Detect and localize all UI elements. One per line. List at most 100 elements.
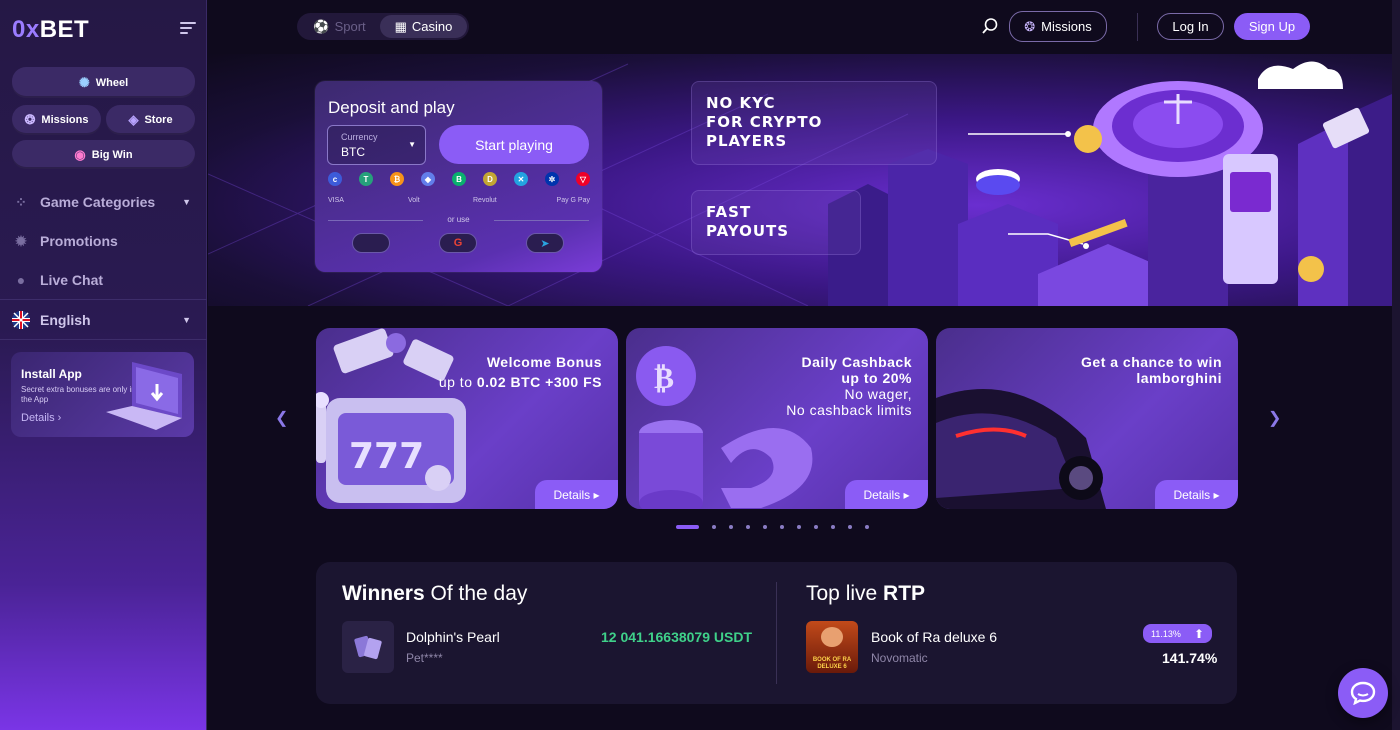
promo-lambo-text: Get a chance to win lamborghini (1081, 354, 1222, 386)
telegram-login-button[interactable]: ➤ (526, 233, 564, 253)
tab-sport[interactable]: ⚽ Sport (299, 15, 380, 38)
nav-promotions[interactable]: ✹ Promotions (12, 229, 197, 253)
carousel-dot[interactable] (780, 525, 784, 529)
missions-sidebar-button[interactable]: ❂ Missions (12, 105, 101, 135)
missions-button[interactable]: ❂ Missions (1009, 11, 1107, 42)
nav-live-chat[interactable]: ● Live Chat (12, 268, 197, 292)
carousel-pagination (676, 525, 869, 529)
install-app-details-link[interactable]: Details › (21, 412, 61, 424)
carousel-dot[interactable] (797, 525, 801, 529)
chevron-down-icon: ▼ (182, 315, 191, 325)
install-details-label: Details (21, 412, 55, 424)
rtp-game-name[interactable]: Book of Ra deluxe 6 (871, 629, 997, 645)
promo-welcome-amount: 0.02 BTC +300 FS (476, 374, 602, 390)
promo-lambo-title: Get a chance to win (1081, 354, 1222, 370)
signup-button[interactable]: Sign Up (1234, 13, 1310, 40)
winner-game-name[interactable]: Dolphin's Pearl (406, 629, 500, 645)
scrollbar[interactable] (1392, 0, 1400, 730)
doge-icon: D (483, 172, 497, 186)
bch-icon: B (452, 172, 466, 186)
currency-label: Currency (341, 132, 378, 142)
rtp-title: Top live RTP (806, 582, 925, 606)
chevron-down-icon: ▼ (182, 197, 191, 207)
install-app-card[interactable]: Install App Secret extra bonuses are onl… (11, 352, 194, 437)
revolut-logo: Revolut (473, 197, 497, 204)
divider (1137, 13, 1138, 41)
carousel-dot[interactable] (814, 525, 818, 529)
menu-toggle-icon[interactable] (180, 22, 196, 34)
rtp-value: 141.74% (1162, 650, 1218, 666)
missions-sidebar-label: Missions (41, 114, 89, 126)
search-icon[interactable] (981, 17, 999, 35)
missions-label: Missions (1041, 19, 1092, 34)
categories-icon: ⁘ (15, 193, 27, 210)
missions-icon: ❂ (24, 112, 36, 127)
carousel-dot[interactable] (712, 525, 716, 529)
promo-card-lamborghini[interactable]: Get a chance to win lamborghini Details … (936, 328, 1238, 509)
stats-panel: Winners Of the day Dolphin's Pearl Pet**… (316, 562, 1237, 704)
carousel-prev-icon[interactable]: ❮ (275, 408, 288, 428)
google-login-button[interactable]: G (439, 233, 477, 253)
promo-lambo-details-button[interactable]: Details ▸ (1155, 480, 1238, 509)
carousel-dot[interactable] (676, 525, 699, 529)
currency-value: BTC (341, 145, 365, 159)
winners-title-bold: Winners (342, 582, 425, 605)
install-app-title: Install App (21, 367, 82, 381)
explorer-face-icon (821, 627, 843, 647)
promo-cashback-upto: up to 20% (841, 370, 912, 386)
promo-card-cashback[interactable]: ₿ Daily Cashback up to 20% No wager, No … (626, 328, 928, 509)
chat-bubble-icon (1350, 681, 1376, 705)
feature-no-kyc: NO KYC FOR CRYPTO PLAYERS (691, 81, 937, 165)
caret-down-icon: ▼ (408, 140, 416, 149)
svg-text:₿: ₿ (654, 361, 674, 396)
logo-prefix: 0x (12, 16, 40, 43)
arrow-up-icon: ⬆ (1193, 626, 1204, 641)
big-win-label: Big Win (91, 148, 133, 161)
slot-machine-icon: ▦ (394, 18, 407, 34)
big-win-button[interactable]: ◉ Big Win (12, 140, 195, 169)
telegram-icon: ➤ (540, 237, 550, 250)
apple-login-button[interactable] (352, 233, 390, 253)
xrp-icon: ✕ (514, 172, 528, 186)
trx-icon: ▽ (576, 172, 590, 186)
tab-casino[interactable]: ▦ Casino (380, 15, 467, 38)
wheel-button[interactable]: ✺ Wheel (12, 67, 195, 98)
login-button[interactable]: Log In (1157, 13, 1224, 40)
cards-icon (354, 635, 382, 660)
carousel-dot[interactable] (848, 525, 852, 529)
carousel-dot[interactable] (831, 525, 835, 529)
language-select[interactable]: English ▼ (12, 308, 197, 332)
start-playing-label: Start playing (475, 136, 553, 153)
winner-game-thumbnail[interactable] (342, 621, 394, 673)
logo[interactable]: 0xBET (12, 16, 89, 44)
start-playing-button[interactable]: Start playing (439, 125, 589, 164)
chat-icon: ● (16, 272, 26, 288)
carousel-dot[interactable] (865, 525, 869, 529)
carousel-next-icon[interactable]: ❯ (1268, 408, 1281, 428)
usdt-icon: T (359, 172, 373, 186)
signup-label: Sign Up (1248, 19, 1296, 34)
divider (0, 299, 207, 300)
rtp-game-thumbnail[interactable]: BOOK OF RA DELUXE 6 (806, 621, 858, 673)
divider (0, 339, 207, 340)
rtp-change-badge: 11.13% ⬆ (1143, 624, 1212, 643)
store-icon: ◈ (128, 112, 139, 127)
deposit-card: Deposit and play Currency BTC ▼ Start pl… (315, 81, 602, 272)
rtp-title-bold: RTP (883, 582, 926, 605)
rtp-thumb-text: BOOK OF RA DELUXE 6 (812, 657, 852, 670)
store-button[interactable]: ◈ Store (106, 105, 195, 135)
visa-logo: VISA (328, 197, 344, 204)
promo-welcome-details-button[interactable]: Details ▸ (535, 480, 618, 509)
carousel-dot[interactable] (763, 525, 767, 529)
currency-select[interactable]: Currency BTC ▼ (327, 125, 426, 165)
promo-cashback-details-button[interactable]: Details ▸ (845, 480, 928, 509)
winners-title: Winners Of the day (342, 582, 527, 606)
promo-card-welcome[interactable]: 777 Welcome Bonus up to 0.02 BTC +300 FS… (316, 328, 618, 509)
carousel-dot[interactable] (746, 525, 750, 529)
rtp-provider: Novomatic (871, 651, 928, 665)
details-label: Details (553, 487, 591, 502)
live-chat-button[interactable] (1338, 668, 1388, 718)
nav-game-categories[interactable]: ⁘ Game Categories ▼ (12, 190, 197, 214)
carousel-dot[interactable] (729, 525, 733, 529)
soccer-ball-icon: ⚽ (313, 18, 330, 34)
